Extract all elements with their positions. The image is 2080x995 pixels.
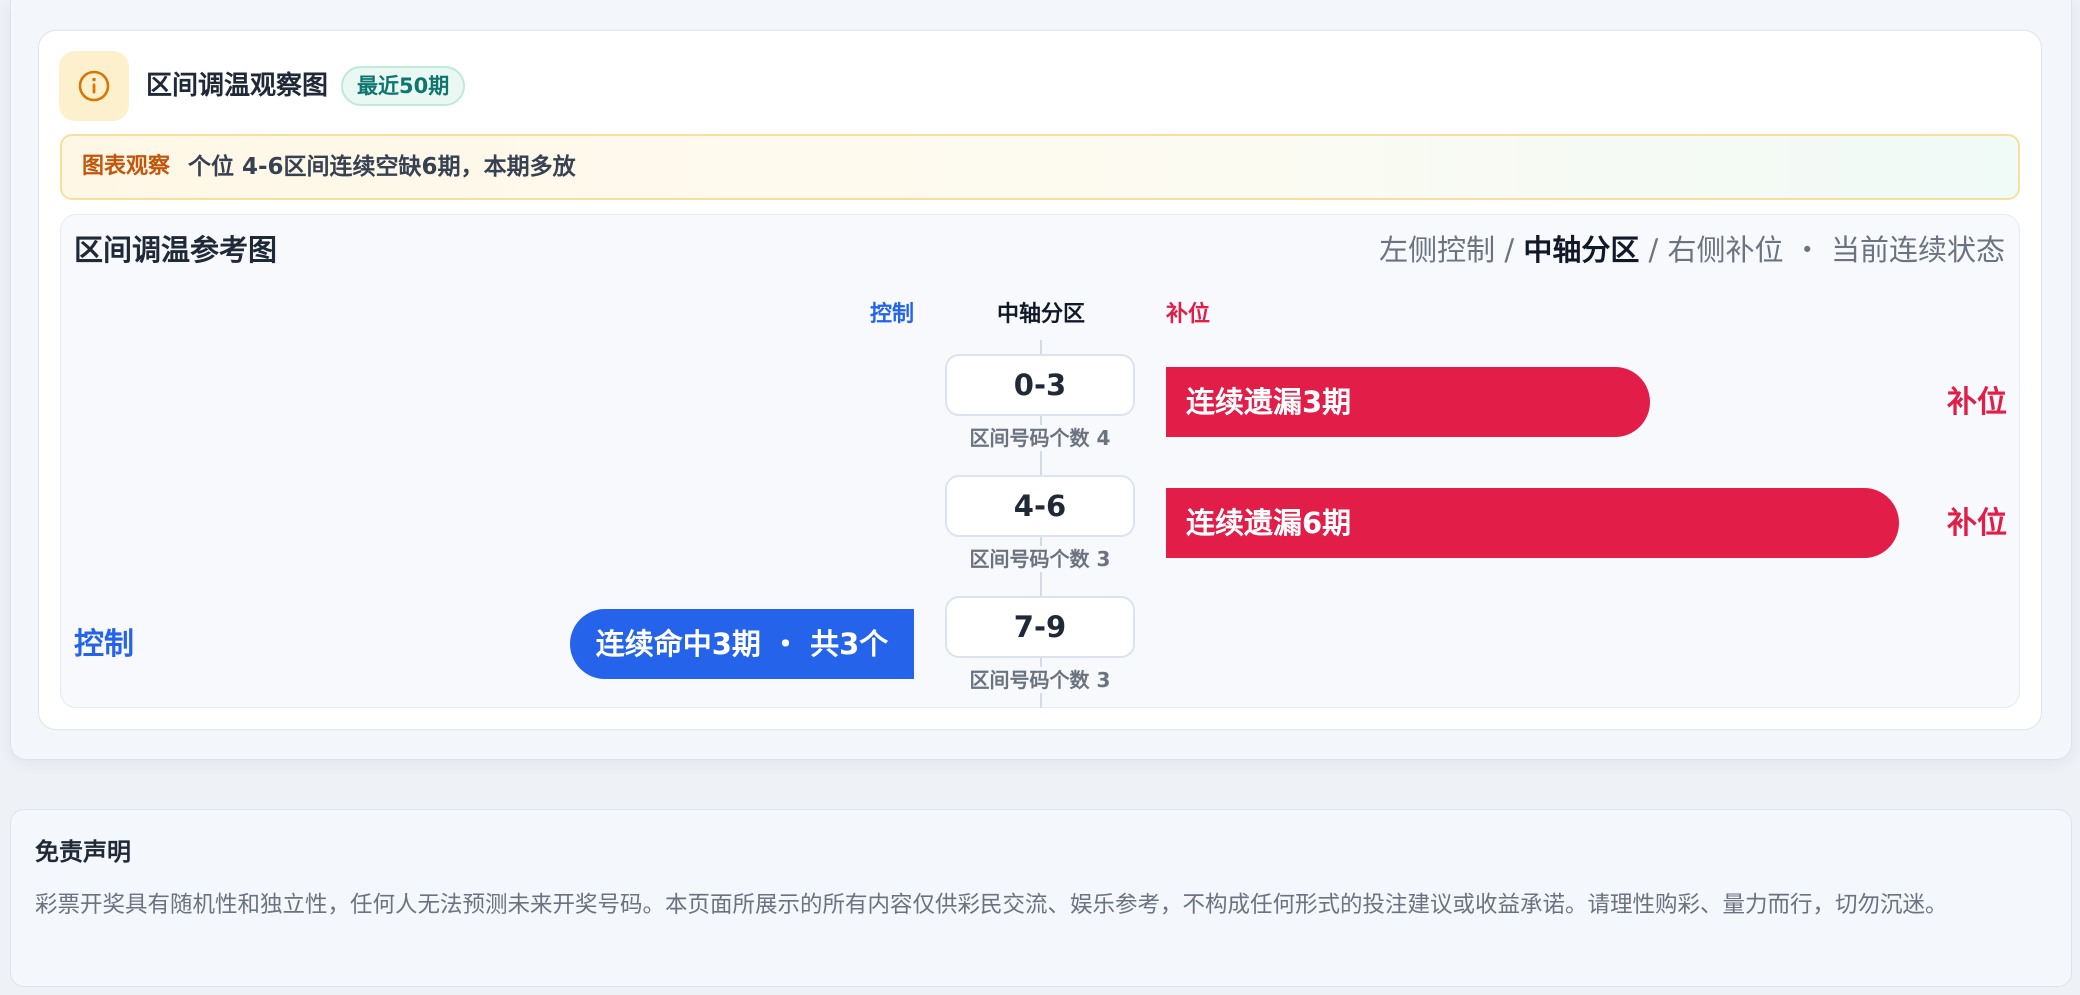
zone-range: 0-3 (945, 354, 1135, 416)
zone-range: 7-9 (945, 596, 1135, 658)
zone-count: 区间号码个数 4 (940, 425, 1140, 451)
disclaimer: 免责声明 彩票开奖具有随机性和独立性，任何人无法预测未来开奖号码。本页面所展示的… (10, 809, 2072, 987)
side-label-fill: 补位 (1947, 506, 2007, 541)
column-header-control: 控制 (870, 302, 915, 327)
hit-streak-bar: 连续命中3期 ・ 共3个 (570, 609, 914, 679)
chart-title: 区间调温观察图 (146, 71, 329, 101)
zone-count: 区间号码个数 3 (940, 667, 1140, 693)
miss-streak-bar: 连续遗漏3期 (1166, 367, 1650, 437)
observation-label: 图表观察 (82, 154, 171, 179)
subtitle-right: / 右侧补位 ・ 当前连续状态 (1639, 233, 2005, 267)
disclaimer-text: 彩票开奖具有随机性和独立性，任何人无法预测未来开奖号码。本页面所展示的所有内容仅… (35, 892, 1948, 918)
disclaimer-title: 免责声明 (35, 838, 131, 866)
column-header-axis: 中轴分区 (997, 302, 1086, 327)
column-header-fill: 补位 (1166, 302, 1211, 327)
side-label-control: 控制 (74, 627, 134, 662)
panel-title: 区间调温参考图 (74, 233, 278, 267)
panel-subtitle: 左侧控制 / 中轴分区 / 右侧补位 ・ 当前连续状态 (1379, 230, 2005, 270)
subtitle-bold: 中轴分区 (1523, 233, 1640, 267)
zone-range: 4-6 (945, 475, 1135, 537)
zone-count: 区间号码个数 3 (940, 546, 1140, 572)
side-label-fill: 补位 (1947, 385, 2007, 420)
observation-banner: 图表观察 个位 4-6区间连续空缺6期，本期多放 (60, 134, 2020, 200)
info-icon (78, 70, 110, 102)
subtitle-left: 左侧控制 / (1379, 233, 1524, 267)
miss-streak-bar: 连续遗漏6期 (1166, 488, 1899, 558)
period-badge: 最近50期 (341, 66, 466, 106)
observation-text: 个位 4-6区间连续空缺6期，本期多放 (188, 154, 576, 180)
info-icon-box (59, 51, 129, 121)
